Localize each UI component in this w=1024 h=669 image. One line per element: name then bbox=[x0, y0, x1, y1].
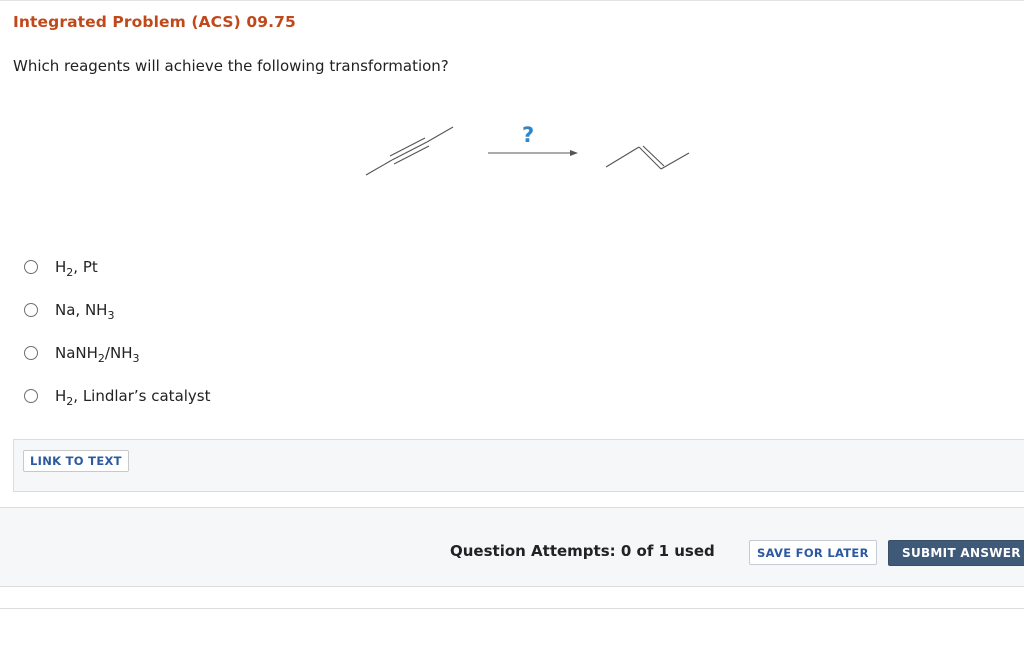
answer-option-label: H2, Lindlar’s catalyst bbox=[55, 387, 211, 408]
link-to-text-button[interactable]: LINK TO TEXT bbox=[23, 450, 129, 472]
trans-alkene-structure bbox=[605, 145, 690, 170]
answer-option-label: H2, Pt bbox=[55, 258, 98, 279]
save-for-later-button[interactable]: SAVE FOR LATER bbox=[749, 540, 877, 565]
question-prompt: Which reagents will achieve the followin… bbox=[13, 57, 449, 75]
answer-option-4[interactable]: H2, Lindlar’s catalyst bbox=[24, 384, 211, 408]
answer-option-label: Na, NH3 bbox=[55, 301, 115, 322]
radio-unchecked-icon[interactable] bbox=[24, 389, 38, 403]
answer-option-2[interactable]: Na, NH3 bbox=[24, 298, 114, 322]
radio-unchecked-icon[interactable] bbox=[24, 260, 38, 274]
reaction-drawing bbox=[365, 126, 690, 176]
resources-panel: LINK TO TEXT bbox=[13, 439, 1024, 492]
reaction-question-mark: ? bbox=[522, 123, 535, 147]
answer-option-label: NaNH2/NH3 bbox=[55, 344, 140, 365]
question-title: Integrated Problem (ACS) 09.75 bbox=[13, 13, 296, 31]
submission-footer: Question Attempts: 0 of 1 used SAVE FOR … bbox=[0, 507, 1024, 587]
radio-unchecked-icon[interactable] bbox=[24, 346, 38, 360]
reaction-arrow-icon bbox=[488, 150, 578, 156]
answer-option-3[interactable]: NaNH2/NH3 bbox=[24, 341, 139, 365]
submit-answer-button[interactable]: SUBMIT ANSWER bbox=[888, 540, 1024, 566]
bottom-divider bbox=[0, 608, 1024, 609]
reaction-scheme bbox=[0, 0, 1024, 230]
answer-option-1[interactable]: H2, Pt bbox=[24, 255, 98, 279]
radio-unchecked-icon[interactable] bbox=[24, 303, 38, 317]
alkyne-structure bbox=[365, 126, 454, 176]
question-attempts: Question Attempts: 0 of 1 used bbox=[450, 542, 715, 560]
top-divider bbox=[0, 0, 1024, 1]
